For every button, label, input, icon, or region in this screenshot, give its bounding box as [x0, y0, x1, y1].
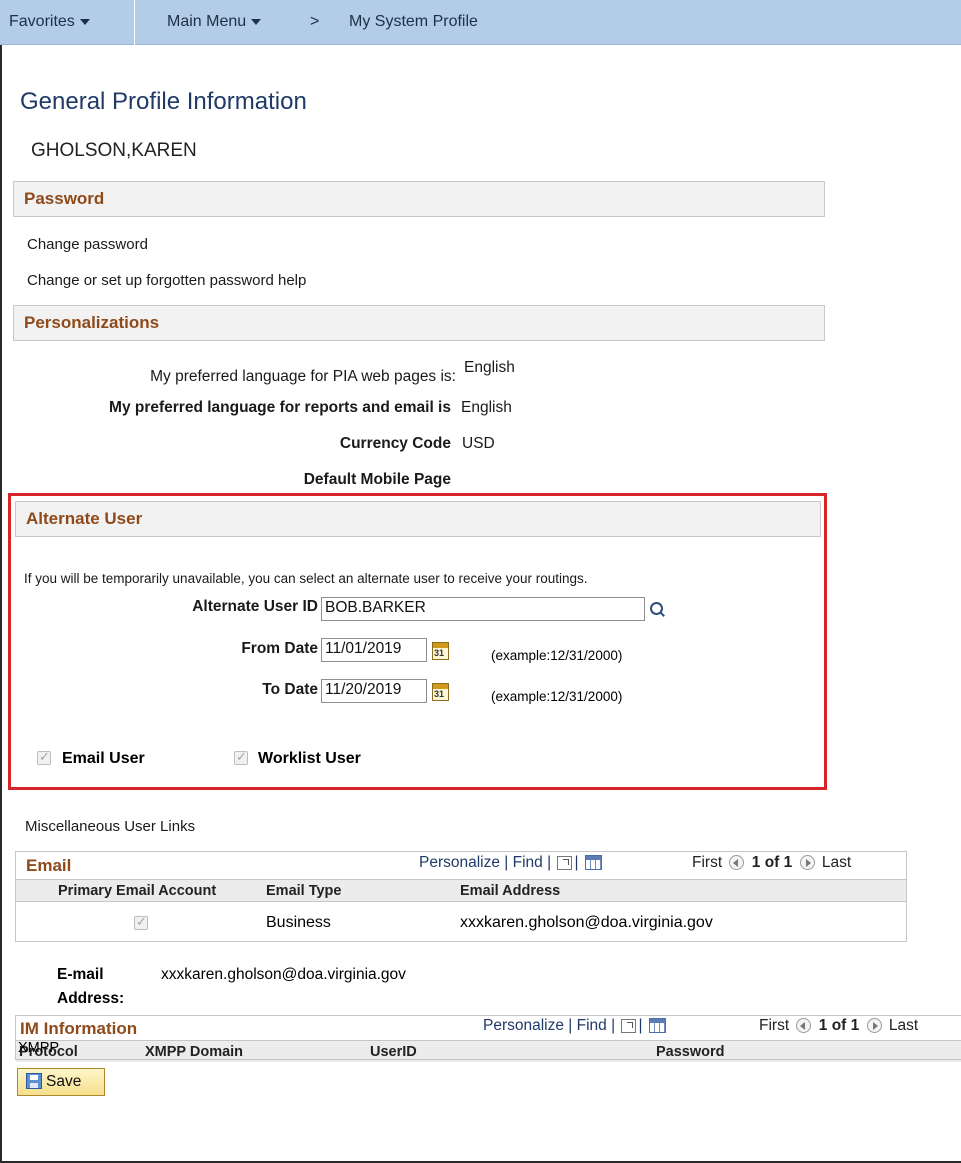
- previous-icon[interactable]: [796, 1018, 812, 1034]
- email-address-cell: xxxkaren.gholson@doa.virginia.gov: [460, 914, 713, 931]
- nav-divider: [134, 0, 135, 45]
- download-grid-icon[interactable]: [648, 1018, 666, 1034]
- email-grid-header-row: Primary Email Account Email Type Email A…: [16, 879, 906, 902]
- email-grid-pager: First 1 of 1 Last: [692, 854, 851, 872]
- from-date-label: From Date: [241, 640, 318, 657]
- save-button-label: Save: [46, 1073, 82, 1090]
- main-menu-label: Main Menu: [167, 13, 247, 30]
- primary-email-checkbox[interactable]: [134, 914, 148, 930]
- report-language-value: English: [461, 399, 512, 416]
- to-date-example: (example:12/31/2000): [491, 689, 623, 704]
- currency-code-value: USD: [462, 435, 495, 452]
- password-section-header: Password: [13, 181, 825, 217]
- worklist-user-checkbox[interactable]: [234, 749, 248, 765]
- im-protocol-cell: XMPP: [18, 1040, 60, 1056]
- im-grid: IM Information Personalize | Find | | Fi…: [15, 1015, 961, 1062]
- chevron-down-icon: [79, 18, 90, 25]
- alternate-user-instructions: If you will be temporarily unavailable, …: [24, 571, 588, 586]
- calendar-icon-day: 31: [434, 648, 445, 658]
- pia-language-value: English: [464, 359, 515, 376]
- column-header-userid[interactable]: UserID: [370, 1044, 417, 1060]
- default-mobile-page-label: Default Mobile Page: [303, 471, 451, 488]
- to-date-input[interactable]: 11/20/2019: [321, 679, 427, 703]
- first-link[interactable]: First: [759, 1017, 789, 1034]
- save-disk-icon: [26, 1073, 42, 1089]
- column-header-primary[interactable]: Primary Email Account: [58, 883, 216, 899]
- calendar-icon[interactable]: 31: [432, 683, 449, 701]
- last-link[interactable]: Last: [822, 854, 851, 871]
- download-grid-icon[interactable]: [584, 855, 602, 871]
- pia-language-label: My preferred language for PIA web pages …: [150, 368, 456, 385]
- personalize-link[interactable]: Personalize: [419, 854, 500, 871]
- email-grid: Email Personalize | Find | | First 1 of …: [15, 851, 907, 942]
- email-user-label: Email User: [62, 750, 145, 767]
- email-type-cell: Business: [266, 914, 331, 931]
- email-address-label-line2: Address:: [57, 990, 125, 1007]
- misc-user-links-label: Miscellaneous User Links: [25, 818, 196, 835]
- next-icon[interactable]: [799, 855, 815, 871]
- search-icon[interactable]: [649, 601, 665, 617]
- next-icon[interactable]: [866, 1018, 882, 1034]
- im-grid-pager: First 1 of 1 Last: [759, 1017, 918, 1035]
- forgotten-password-help-link[interactable]: Change or set up forgotten password help: [27, 272, 306, 289]
- email-user-checkbox[interactable]: [37, 749, 51, 765]
- column-header-email-address[interactable]: Email Address: [460, 883, 560, 899]
- email-grid-title: Email: [26, 856, 72, 875]
- alternate-user-id-input[interactable]: BOB.BARKER: [321, 597, 645, 621]
- report-language-label: My preferred language for reports and em…: [109, 399, 451, 416]
- change-password-link[interactable]: Change password: [27, 236, 148, 253]
- column-header-xmpp-domain[interactable]: XMPP Domain: [145, 1044, 243, 1060]
- im-grid-row-divider: [15, 1059, 961, 1060]
- im-grid-title: IM Information: [20, 1019, 138, 1038]
- email-address-label-line1: E-mail: [57, 966, 104, 983]
- from-date-input[interactable]: 11/01/2019: [321, 638, 427, 662]
- new-window-icon[interactable]: [557, 855, 573, 870]
- personalizations-section-header: Personalizations: [13, 305, 825, 341]
- top-nav-bar: Favorites Main Menu > My System Profile: [0, 0, 961, 45]
- pager-count: 1 of 1: [751, 854, 793, 871]
- breadcrumb-current[interactable]: My System Profile: [349, 13, 478, 31]
- im-grid-toolbar: Personalize | Find | |: [483, 1017, 666, 1035]
- previous-icon[interactable]: [729, 855, 745, 871]
- column-header-password[interactable]: Password: [656, 1044, 725, 1060]
- currency-code-label: Currency Code: [339, 435, 451, 452]
- worklist-user-label: Worklist User: [258, 750, 361, 767]
- pager-count: 1 of 1: [818, 1017, 860, 1034]
- from-date-example: (example:12/31/2000): [491, 648, 623, 663]
- page-title: General Profile Information: [20, 88, 307, 115]
- last-link[interactable]: Last: [889, 1017, 918, 1034]
- to-date-label: To Date: [262, 681, 318, 698]
- alternate-user-id-label: Alternate User ID: [192, 598, 318, 615]
- first-link[interactable]: First: [692, 854, 722, 871]
- personalize-link[interactable]: Personalize: [483, 1017, 564, 1034]
- find-link[interactable]: Find: [577, 1017, 607, 1034]
- calendar-icon[interactable]: 31: [432, 642, 449, 660]
- email-address-value: xxxkaren.gholson@doa.virginia.gov: [161, 966, 406, 983]
- favorites-label: Favorites: [9, 13, 75, 30]
- save-button[interactable]: Save: [17, 1068, 105, 1096]
- column-header-email-type[interactable]: Email Type: [266, 883, 341, 899]
- find-link[interactable]: Find: [513, 854, 543, 871]
- calendar-icon-day: 31: [434, 689, 445, 699]
- breadcrumb-separator: >: [310, 13, 320, 30]
- chevron-down-icon: [251, 18, 262, 25]
- person-name: GHOLSON,KAREN: [31, 140, 197, 161]
- new-window-icon[interactable]: [621, 1018, 637, 1033]
- favorites-menu[interactable]: Favorites: [9, 13, 90, 31]
- main-menu[interactable]: Main Menu: [167, 13, 262, 31]
- email-grid-toolbar: Personalize | Find | |: [419, 854, 602, 872]
- alternate-user-section-header: Alternate User: [15, 501, 821, 537]
